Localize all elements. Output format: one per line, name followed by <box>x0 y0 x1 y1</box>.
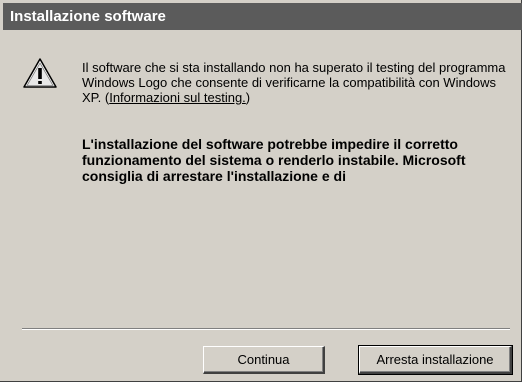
compatibility-message: Il software che si sta installando non h… <box>82 60 507 105</box>
message-text-end: ) <box>245 90 251 105</box>
stop-installation-button[interactable]: Arresta installazione <box>358 345 513 375</box>
separator <box>22 328 510 330</box>
testing-info-link[interactable]: Informazioni sul testing. <box>109 90 246 105</box>
continue-button[interactable]: Continua <box>203 346 325 374</box>
window-title: Installazione software <box>3 3 522 30</box>
installation-dialog: Installazione software Il software che s… <box>0 0 522 382</box>
warning-message: L'installazione del software potrebbe im… <box>82 136 466 184</box>
warning-icon <box>22 56 58 92</box>
